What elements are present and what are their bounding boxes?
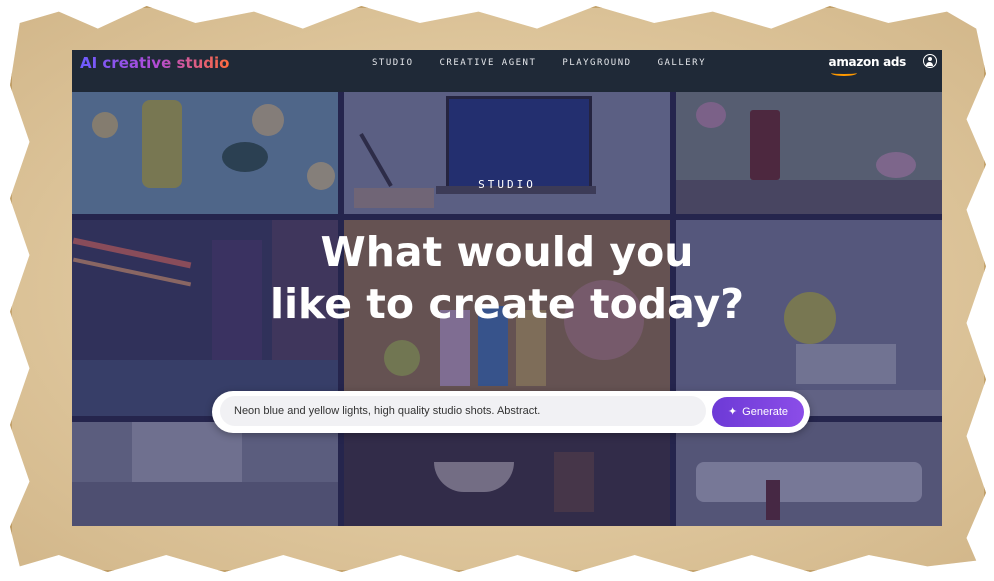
- hero-headline: What would you like to create today?: [72, 226, 942, 330]
- headline-line-1: What would you: [320, 228, 694, 276]
- top-navigation-bar: AI creative studio STUDIO CREATIVE AGENT…: [72, 50, 942, 92]
- app-logo[interactable]: AI creative studio: [80, 54, 229, 72]
- nav-item-gallery[interactable]: GALLERY: [658, 58, 706, 68]
- prompt-input[interactable]: Neon blue and yellow lights, high qualit…: [220, 396, 706, 426]
- generate-button-label: Generate: [742, 406, 789, 418]
- prompt-bar: Neon blue and yellow lights, high qualit…: [212, 391, 810, 433]
- generate-button[interactable]: ✦ Generate: [712, 397, 804, 427]
- headline-line-2: like to create today?: [269, 280, 745, 328]
- app-window: AI creative studio STUDIO CREATIVE AGENT…: [72, 50, 942, 526]
- user-circle-icon[interactable]: [923, 54, 937, 68]
- amazon-smile-icon: [830, 70, 857, 76]
- brand-text: amazon ads: [828, 55, 907, 69]
- amazon-ads-logo[interactable]: amazon ads: [828, 55, 907, 76]
- nav-item-creative-agent[interactable]: CREATIVE AGENT: [440, 58, 537, 68]
- sparkle-icon: ✦: [727, 405, 738, 418]
- hero-eyebrow: STUDIO: [478, 178, 536, 191]
- main-nav: STUDIO CREATIVE AGENT PLAYGROUND GALLERY: [372, 58, 732, 68]
- nav-item-playground[interactable]: PLAYGROUND: [562, 58, 631, 68]
- nav-item-studio[interactable]: STUDIO: [372, 58, 414, 68]
- hero-section: STUDIO What would you like to create tod…: [72, 50, 942, 526]
